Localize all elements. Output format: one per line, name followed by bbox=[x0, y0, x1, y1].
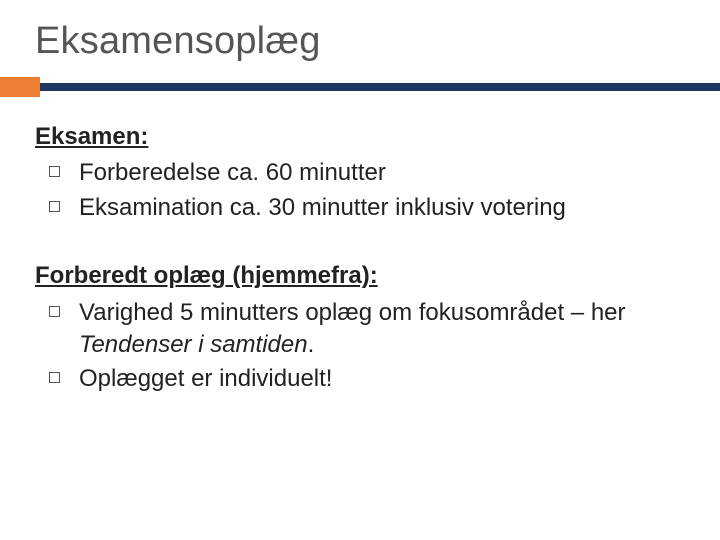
section2-heading: Forberedt oplæg (hjemmefra): bbox=[35, 260, 685, 292]
section1-list: Forberedelse ca. 60 minutter Eksaminatio… bbox=[35, 157, 685, 224]
slide-title: Eksamensoplæg bbox=[35, 20, 685, 63]
bullet-text: Oplægget er individuelt! bbox=[79, 365, 332, 392]
slide: Eksamensoplæg Eksamen: Forberedelse ca. … bbox=[0, 0, 720, 540]
section2-list: Varighed 5 minutters oplæg om fokusområd… bbox=[35, 297, 685, 396]
section1-heading: Eksamen: bbox=[35, 121, 685, 153]
divider-accent bbox=[0, 77, 40, 97]
bullet-text: Eksamination ca. 30 minutter inklusiv vo… bbox=[79, 194, 566, 221]
bullet-text-post: . bbox=[308, 331, 315, 358]
list-item: Oplægget er individuelt! bbox=[35, 363, 685, 395]
list-item: Eksamination ca. 30 minutter inklusiv vo… bbox=[35, 192, 685, 224]
list-item: Forberedelse ca. 60 minutter bbox=[35, 157, 685, 189]
bullet-text: Forberedelse ca. 60 minutter bbox=[79, 159, 386, 186]
divider-bar bbox=[0, 83, 720, 91]
bullet-text-pre: Varighed 5 minutters oplæg om fokusområd… bbox=[79, 299, 626, 326]
bullet-text-italic: Tendenser i samtiden bbox=[79, 331, 308, 358]
list-item: Varighed 5 minutters oplæg om fokusområd… bbox=[35, 297, 685, 362]
slide-body: Eksamen: Forberedelse ca. 60 minutter Ek… bbox=[35, 121, 685, 396]
title-divider bbox=[35, 77, 685, 97]
